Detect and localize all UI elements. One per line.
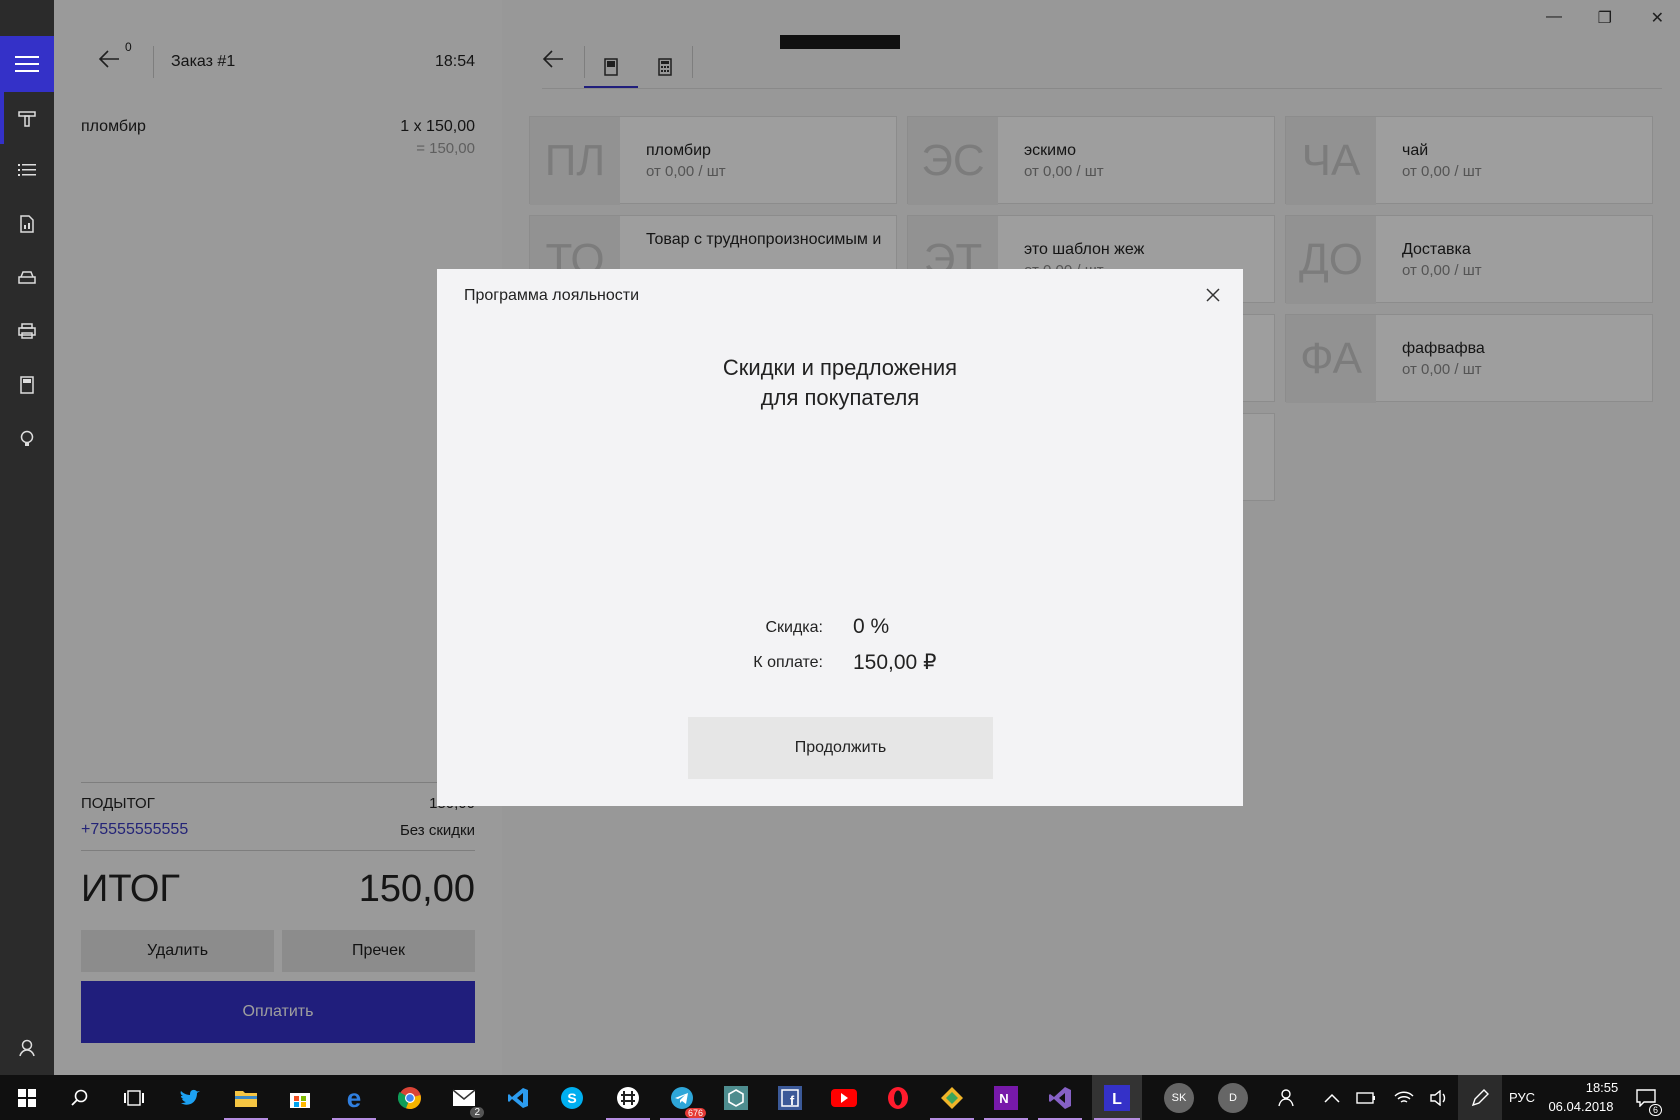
power-tray-button[interactable] bbox=[1350, 1082, 1382, 1114]
hamburger-menu-button[interactable] bbox=[0, 36, 54, 92]
mail-app[interactable]: 2 bbox=[448, 1082, 484, 1118]
telegram-app[interactable]: 676 bbox=[666, 1082, 706, 1118]
network-tray-button[interactable] bbox=[1388, 1082, 1420, 1114]
svg-text:f: f bbox=[790, 1093, 795, 1108]
hamburger-icon bbox=[15, 56, 39, 72]
task-view-button[interactable] bbox=[118, 1082, 150, 1114]
store-app[interactable] bbox=[284, 1082, 316, 1114]
opera-icon bbox=[888, 1087, 908, 1109]
nav-account-button[interactable] bbox=[0, 1021, 54, 1075]
vscode-icon bbox=[508, 1088, 528, 1108]
youtube-app[interactable] bbox=[828, 1082, 860, 1114]
discount-value: 0 % bbox=[853, 615, 890, 638]
report-icon bbox=[20, 215, 34, 233]
telegram-badge: 676 bbox=[684, 1108, 706, 1118]
facebook-app[interactable]: f bbox=[774, 1082, 806, 1114]
slack-app[interactable] bbox=[612, 1082, 644, 1114]
svg-text:L: L bbox=[1112, 1091, 1122, 1108]
battery-icon bbox=[1356, 1092, 1375, 1104]
dialog-title: Программа лояльности bbox=[464, 287, 640, 304]
mail-badge: 2 bbox=[470, 1107, 484, 1118]
dialog-heading-line2: для покупателя bbox=[760, 385, 920, 410]
wifi-icon bbox=[1394, 1091, 1414, 1103]
search-button[interactable] bbox=[64, 1082, 96, 1114]
dialog-heading-line1: Скидки и предложения bbox=[722, 355, 958, 380]
speaker-icon bbox=[1430, 1090, 1446, 1106]
dialog-heading: Скидки и предложения для покупателя bbox=[437, 353, 1243, 413]
nav-print-button[interactable] bbox=[0, 304, 54, 358]
edge-icon: e bbox=[346, 1082, 362, 1113]
nav-sales-button[interactable] bbox=[0, 92, 54, 146]
lightbulb-icon bbox=[20, 430, 34, 446]
svg-text:S: S bbox=[567, 1090, 576, 1106]
car-icon bbox=[18, 271, 36, 284]
dialog-close-button[interactable] bbox=[1205, 287, 1225, 307]
vscode-app[interactable] bbox=[502, 1082, 534, 1114]
discount-label: Скидка: bbox=[765, 619, 823, 636]
pos-app-icon: L bbox=[1104, 1085, 1130, 1111]
visual-studio-app[interactable] bbox=[1044, 1082, 1076, 1114]
sourcetree-app[interactable] bbox=[936, 1082, 968, 1114]
app-hex[interactable] bbox=[720, 1082, 752, 1114]
language-indicator[interactable]: РУС bbox=[1509, 1090, 1535, 1105]
nav-terminal-button[interactable] bbox=[0, 358, 54, 412]
list-icon bbox=[18, 164, 36, 176]
telegram-icon bbox=[671, 1087, 693, 1109]
svg-text:N: N bbox=[999, 1091, 1008, 1106]
twitter-icon bbox=[180, 1089, 200, 1105]
show-hidden-icons-button[interactable] bbox=[1316, 1082, 1348, 1114]
skype-icon: S bbox=[561, 1087, 583, 1109]
windows-logo-icon bbox=[18, 1089, 36, 1107]
people-button[interactable] bbox=[1272, 1082, 1304, 1114]
people-avatar-2[interactable]: D bbox=[1218, 1083, 1248, 1113]
to-pay-value: 150,00 ₽ bbox=[853, 651, 937, 674]
clock-date[interactable]: 06.04.2018 bbox=[1546, 1099, 1616, 1114]
store-icon bbox=[290, 1093, 310, 1108]
cash-register-icon bbox=[18, 111, 36, 127]
notifications-badge: 6 bbox=[1648, 1104, 1662, 1116]
continue-button[interactable]: Продолжить bbox=[688, 717, 993, 779]
start-button[interactable] bbox=[11, 1082, 43, 1114]
facebook-icon: f bbox=[778, 1086, 802, 1110]
printer-icon bbox=[18, 323, 36, 339]
search-icon bbox=[71, 1089, 88, 1106]
taskbar: e 2 S 676 f N L SK D РУС 18:55 06.04.201… bbox=[0, 1075, 1680, 1120]
task-view-icon bbox=[124, 1090, 144, 1106]
edge-app[interactable]: e bbox=[338, 1082, 370, 1114]
loyalty-dialog: Программа лояльности Скидки и предложени… bbox=[437, 269, 1243, 806]
slack-icon bbox=[617, 1087, 639, 1109]
folder-icon bbox=[235, 1091, 257, 1107]
action-center-button[interactable]: 6 bbox=[1630, 1082, 1662, 1116]
skype-app[interactable]: S bbox=[556, 1082, 588, 1114]
chevron-up-icon bbox=[1324, 1093, 1340, 1103]
volume-tray-button[interactable] bbox=[1424, 1082, 1456, 1114]
diamond-app-icon bbox=[941, 1087, 963, 1109]
nav-reports-button[interactable] bbox=[0, 197, 54, 251]
chrome-app[interactable] bbox=[394, 1082, 426, 1114]
onenote-icon: N bbox=[994, 1086, 1018, 1110]
terminal-icon bbox=[20, 376, 34, 394]
file-explorer-app[interactable] bbox=[230, 1082, 262, 1114]
pen-icon bbox=[1471, 1089, 1489, 1107]
clock-time[interactable]: 18:55 bbox=[1566, 1080, 1638, 1095]
people-icon bbox=[1278, 1089, 1294, 1107]
to-pay-label: К оплате: bbox=[753, 654, 823, 671]
nav-list-button[interactable] bbox=[0, 143, 54, 197]
hexagon-app-icon bbox=[724, 1086, 748, 1110]
onenote-app[interactable]: N bbox=[990, 1082, 1022, 1114]
pen-workspace-button[interactable] bbox=[1464, 1082, 1496, 1114]
chrome-icon bbox=[398, 1087, 421, 1110]
youtube-icon bbox=[831, 1089, 857, 1107]
twitter-app[interactable] bbox=[174, 1082, 206, 1114]
people-avatar-1[interactable]: SK bbox=[1164, 1083, 1194, 1113]
user-icon bbox=[19, 1039, 35, 1057]
nav-rail bbox=[0, 0, 54, 1075]
nav-tips-button[interactable] bbox=[0, 412, 54, 466]
close-icon bbox=[1206, 288, 1220, 302]
visual-studio-icon bbox=[1049, 1087, 1071, 1109]
pos-app[interactable]: L bbox=[1101, 1082, 1133, 1114]
mail-icon bbox=[452, 1089, 476, 1106]
nav-delivery-button[interactable] bbox=[0, 251, 54, 305]
opera-app[interactable] bbox=[882, 1082, 914, 1114]
